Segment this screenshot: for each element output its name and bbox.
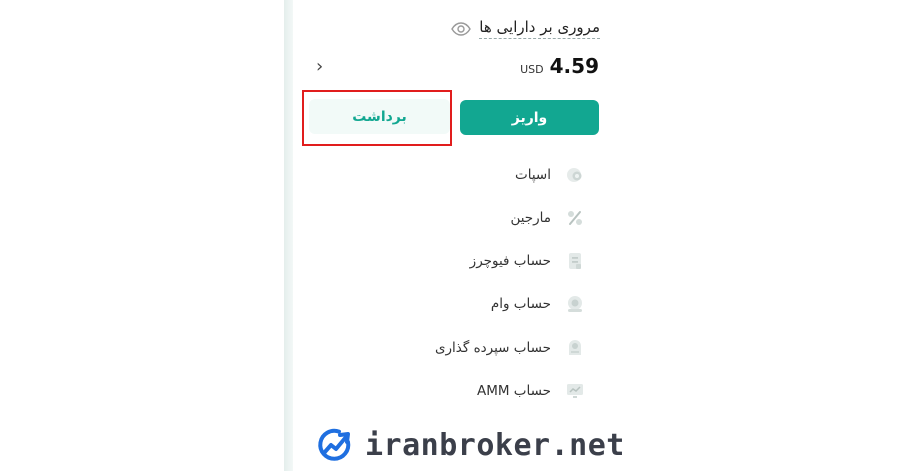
- chart-logo-icon: [318, 428, 351, 461]
- menu-item-label: مارجین: [510, 210, 551, 226]
- menu-item-label: اسپات: [515, 167, 551, 183]
- asset-overview-label: مروری بر دارایی ها: [479, 18, 600, 39]
- menu-item-futures[interactable]: حساب فیوچرز: [470, 248, 585, 274]
- menu-item-spot[interactable]: اسپات: [515, 162, 585, 188]
- withdraw-highlight-box: [302, 90, 452, 146]
- monitor-icon: [567, 384, 583, 398]
- menu-item-amm[interactable]: حساب AMM: [477, 378, 585, 404]
- percent-icon: [568, 211, 582, 225]
- menu-item-label: حساب سپرده گذاری: [434, 340, 551, 356]
- asset-overview-header[interactable]: مروری بر دارایی ها: [451, 18, 600, 39]
- menu-item-label: حساب AMM: [476, 383, 551, 399]
- asset-panel: مروری بر دارایی ها › USD 4.59 واریز بردا…: [293, 0, 613, 471]
- menu-item-label: حساب فیوچرز: [469, 253, 551, 269]
- balance-row: › USD 4.59: [311, 54, 599, 80]
- menu-item-deposit-account[interactable]: حساب سپرده گذاری: [435, 335, 585, 361]
- document-icon: [569, 253, 581, 269]
- balance-value: USD 4.59: [520, 54, 599, 78]
- balance-amount: 4.59: [549, 54, 599, 78]
- balance-currency: USD: [520, 63, 544, 76]
- chevron-right-icon[interactable]: ›: [316, 56, 323, 77]
- eye-icon[interactable]: [451, 21, 472, 36]
- watermark-text: iranbroker.net: [365, 427, 625, 463]
- loan-icon: [568, 296, 582, 312]
- menu-item-margin[interactable]: مارجین: [510, 205, 585, 231]
- panel-left-border: [284, 0, 293, 471]
- menu-item-label: حساب وام: [490, 296, 551, 312]
- coin-icon: [567, 168, 582, 182]
- deposit-button[interactable]: واریز: [460, 100, 599, 135]
- deposit-account-icon: [569, 340, 581, 355]
- watermark: iranbroker.net: [315, 423, 625, 467]
- menu-item-loan[interactable]: حساب وام: [491, 291, 585, 317]
